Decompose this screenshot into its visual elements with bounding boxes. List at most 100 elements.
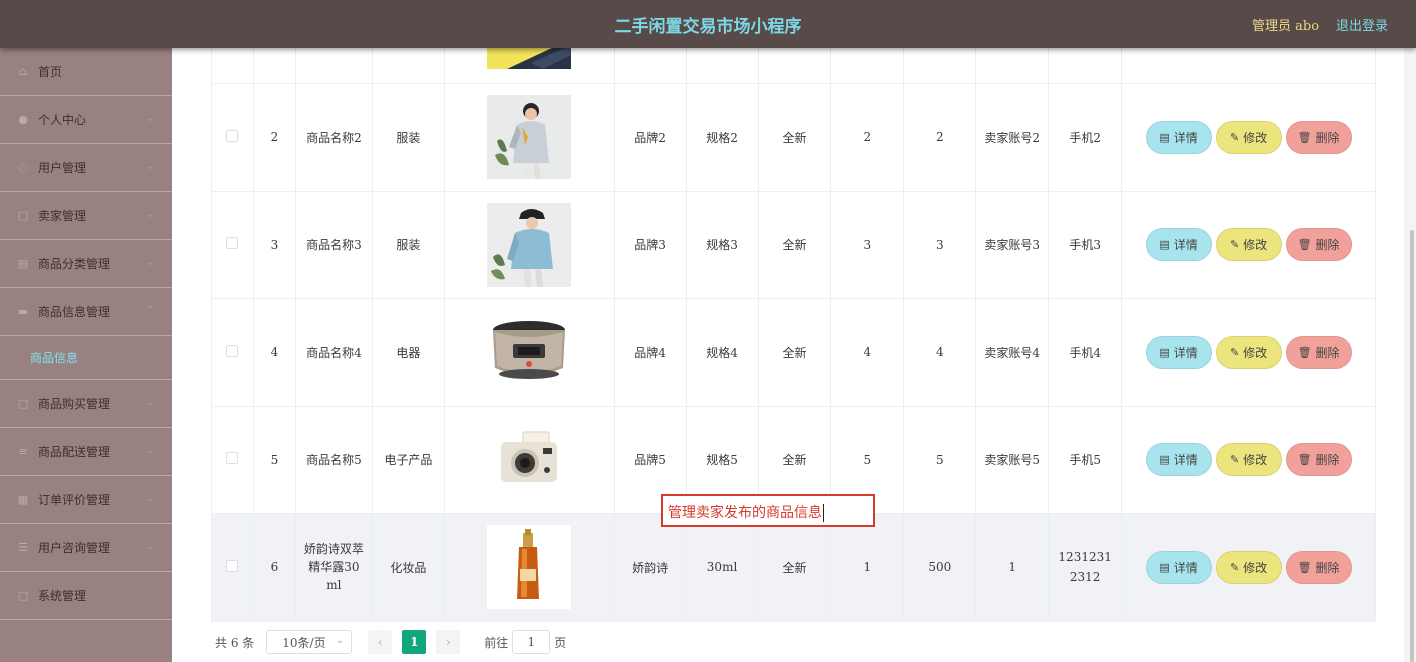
row-checkbox[interactable] xyxy=(226,237,239,249)
row-checkbox[interactable] xyxy=(226,559,239,572)
main-content: 2 商品名称2 服装 品牌2 规格2 全新 2 2 卖家账号2 手机2 ▤ 详情 ✎… xyxy=(172,0,1404,662)
scrollbar[interactable] xyxy=(1410,230,1414,662)
cell-brand: 品牌2 xyxy=(614,83,687,192)
product-image-hoodie xyxy=(487,202,572,287)
goto-label: 前往 xyxy=(484,635,509,650)
page-number-button[interactable]: 1 xyxy=(402,630,427,654)
cell-name: 商品名称3 xyxy=(295,191,373,299)
cell-spec: 30ml xyxy=(686,513,759,622)
table-row: 4 商品名称4 电器 品牌4 规格4 全新 4 4 卖家账号4 手机4 ▤ 详情 ✎… xyxy=(211,298,1376,407)
cell-phone: 手机2 xyxy=(1048,83,1123,192)
trash-icon: 🗑 xyxy=(1297,345,1312,359)
sidebar-item-label: 个人中心 xyxy=(38,113,87,127)
consult-icon: ☰ xyxy=(18,541,28,554)
sidebar: ⌂ 首页 ● 个人中心 ⌄ ◌ 用户管理 ⌄ □ 卖家管理 ⌄ ▤ 商品分类管理 ⌄ ▬ 商品信息管… xyxy=(0,48,172,662)
detail-button[interactable]: ▤ 详情 xyxy=(1145,228,1212,261)
goto-page-input[interactable]: 1 xyxy=(512,630,551,654)
table-row: 6 娇韵诗双萃精华露30ml 化妆品 娇韵诗 30ml 全新 1 500 1 1… xyxy=(211,513,1376,622)
detail-button[interactable]: ▤ 详情 xyxy=(1145,120,1212,154)
cell-name: 娇韵诗双萃精华露30ml xyxy=(303,542,364,592)
logout-link[interactable]: 退出登录 xyxy=(1336,15,1388,34)
app-title: 二手闲置交易市场小程序 xyxy=(614,17,802,37)
page-size-select[interactable]: 10条/页 ⌄ xyxy=(266,630,353,654)
user-icon: ● xyxy=(18,113,28,126)
delete-button[interactable]: 🗑 删除 xyxy=(1285,335,1352,369)
table-row: 3 商品名称3 服装 品牌3 规格3 全新 3 3 卖家账号3 手机3 ▤ 详情 ✎… xyxy=(211,191,1376,299)
product-image-jacket xyxy=(487,95,572,179)
annotation-textbox[interactable]: 管理卖家发布的商品信息 xyxy=(661,494,875,527)
detail-button[interactable]: ▤ 详情 xyxy=(1145,550,1212,584)
product-image-rice-cooker xyxy=(487,310,572,394)
chevron-up-icon: ⌃ xyxy=(145,305,154,316)
document-icon: ▤ xyxy=(1159,130,1170,144)
pencil-icon: ✎ xyxy=(1229,560,1240,574)
cell-index: 3 xyxy=(253,191,296,299)
row-checkbox[interactable] xyxy=(226,344,239,357)
product-image-serum xyxy=(487,525,572,609)
sidebar-subitem-goods-info[interactable]: 商品信息 xyxy=(0,336,172,380)
chevron-down-icon: ⌄ xyxy=(145,493,154,504)
sidebar-item-label: 用户咨询管理 xyxy=(38,541,111,555)
delete-button[interactable]: 🗑 删除 xyxy=(1285,228,1352,261)
cell-condition: 全新 xyxy=(758,83,832,192)
chevron-down-icon: ⌄ xyxy=(145,445,154,456)
trash-icon: 🗑 xyxy=(1297,560,1312,574)
row-checkbox[interactable] xyxy=(226,452,239,464)
goods-table: 2 商品名称2 服装 品牌2 规格2 全新 2 2 卖家账号2 手机2 ▤ 详情 ✎… xyxy=(211,0,1376,622)
cell-seller: 卖家账号2 xyxy=(975,83,1050,192)
edit-button[interactable]: ✎ 修改 xyxy=(1215,120,1282,154)
row-checkbox[interactable] xyxy=(226,129,239,142)
home-icon: ⌂ xyxy=(18,65,28,78)
sidebar-item-purchase[interactable]: □ 商品购买管理 ⌄ xyxy=(0,380,172,428)
document-icon: ▤ xyxy=(1159,560,1170,574)
trash-icon: 🗑 xyxy=(1297,453,1312,466)
detail-button[interactable]: ▤ 详情 xyxy=(1145,335,1212,369)
cell-condition: 全新 xyxy=(758,191,832,299)
cell-category: 服装 xyxy=(372,191,445,299)
product-image-instant-camera xyxy=(487,417,572,502)
sidebar-item-users[interactable]: ◌ 用户管理 ⌄ xyxy=(0,144,172,192)
cell-name: 商品名称2 xyxy=(295,83,373,192)
table-row: 2 商品名称2 服装 品牌2 规格2 全新 2 2 卖家账号2 手机2 ▤ 详情 ✎… xyxy=(211,83,1376,192)
edit-button[interactable]: ✎ 修改 xyxy=(1215,550,1282,584)
sidebar-item-review[interactable]: ▦ 订单评价管理 ⌄ xyxy=(0,476,172,524)
sidebar-item-profile[interactable]: ● 个人中心 ⌄ xyxy=(0,96,172,144)
delete-button[interactable]: 🗑 删除 xyxy=(1285,550,1352,584)
edit-button[interactable]: ✎ 修改 xyxy=(1215,335,1282,369)
cell-name: 商品名称4 xyxy=(295,298,373,407)
next-page-button[interactable]: › xyxy=(436,630,461,654)
chevron-down-icon: ⌄ xyxy=(145,257,154,268)
system-icon: □ xyxy=(17,589,29,602)
chevron-right-icon: › xyxy=(445,635,451,649)
edit-button[interactable]: ✎ 修改 xyxy=(1215,228,1282,261)
prev-page-button[interactable]: ‹ xyxy=(368,630,393,654)
cell-phone: 12312312312 xyxy=(1058,550,1112,584)
cell-index: 4 xyxy=(253,298,296,407)
annotation-text: 管理卖家发布的商品信息 xyxy=(668,505,822,521)
cell-brand: 品牌4 xyxy=(614,298,687,407)
sidebar-item-goods[interactable]: ▬ 商品信息管理 ⌃ xyxy=(0,288,172,336)
pencil-icon: ✎ xyxy=(1229,453,1240,466)
sidebar-item-sellers[interactable]: □ 卖家管理 ⌄ xyxy=(0,192,172,240)
delete-button[interactable]: 🗑 删除 xyxy=(1285,120,1352,154)
cell-spec: 规格2 xyxy=(686,83,759,192)
sidebar-item-label: 系统管理 xyxy=(38,589,87,603)
detail-button[interactable]: ▤ 详情 xyxy=(1145,443,1212,476)
sidebar-item-category[interactable]: ▤ 商品分类管理 ⌄ xyxy=(0,240,172,288)
sidebar-item-home[interactable]: ⌂ 首页 xyxy=(0,48,172,96)
edit-button[interactable]: ✎ 修改 xyxy=(1215,443,1282,476)
sidebar-item-system[interactable]: □ 系统管理 xyxy=(0,572,172,620)
sidebar-item-delivery[interactable]: ≡ 商品配送管理 ⌄ xyxy=(0,428,172,476)
cell-phone: 手机5 xyxy=(1048,406,1123,514)
cart-icon: □ xyxy=(17,397,29,410)
delete-button[interactable]: 🗑 删除 xyxy=(1285,443,1352,476)
sidebar-item-consult[interactable]: ☰ 用户咨询管理 ⌄ xyxy=(0,524,172,572)
sidebar-item-label: 商品分类管理 xyxy=(38,257,111,271)
cell-spec: 规格4 xyxy=(686,298,759,407)
chevron-down-icon: ⌄ xyxy=(145,209,154,220)
cell-phone: 手机4 xyxy=(1048,298,1123,407)
cell-index: 5 xyxy=(253,406,296,514)
users-icon: ◌ xyxy=(18,161,28,174)
pencil-icon: ✎ xyxy=(1229,345,1240,359)
cell-value: 2 xyxy=(830,83,905,192)
